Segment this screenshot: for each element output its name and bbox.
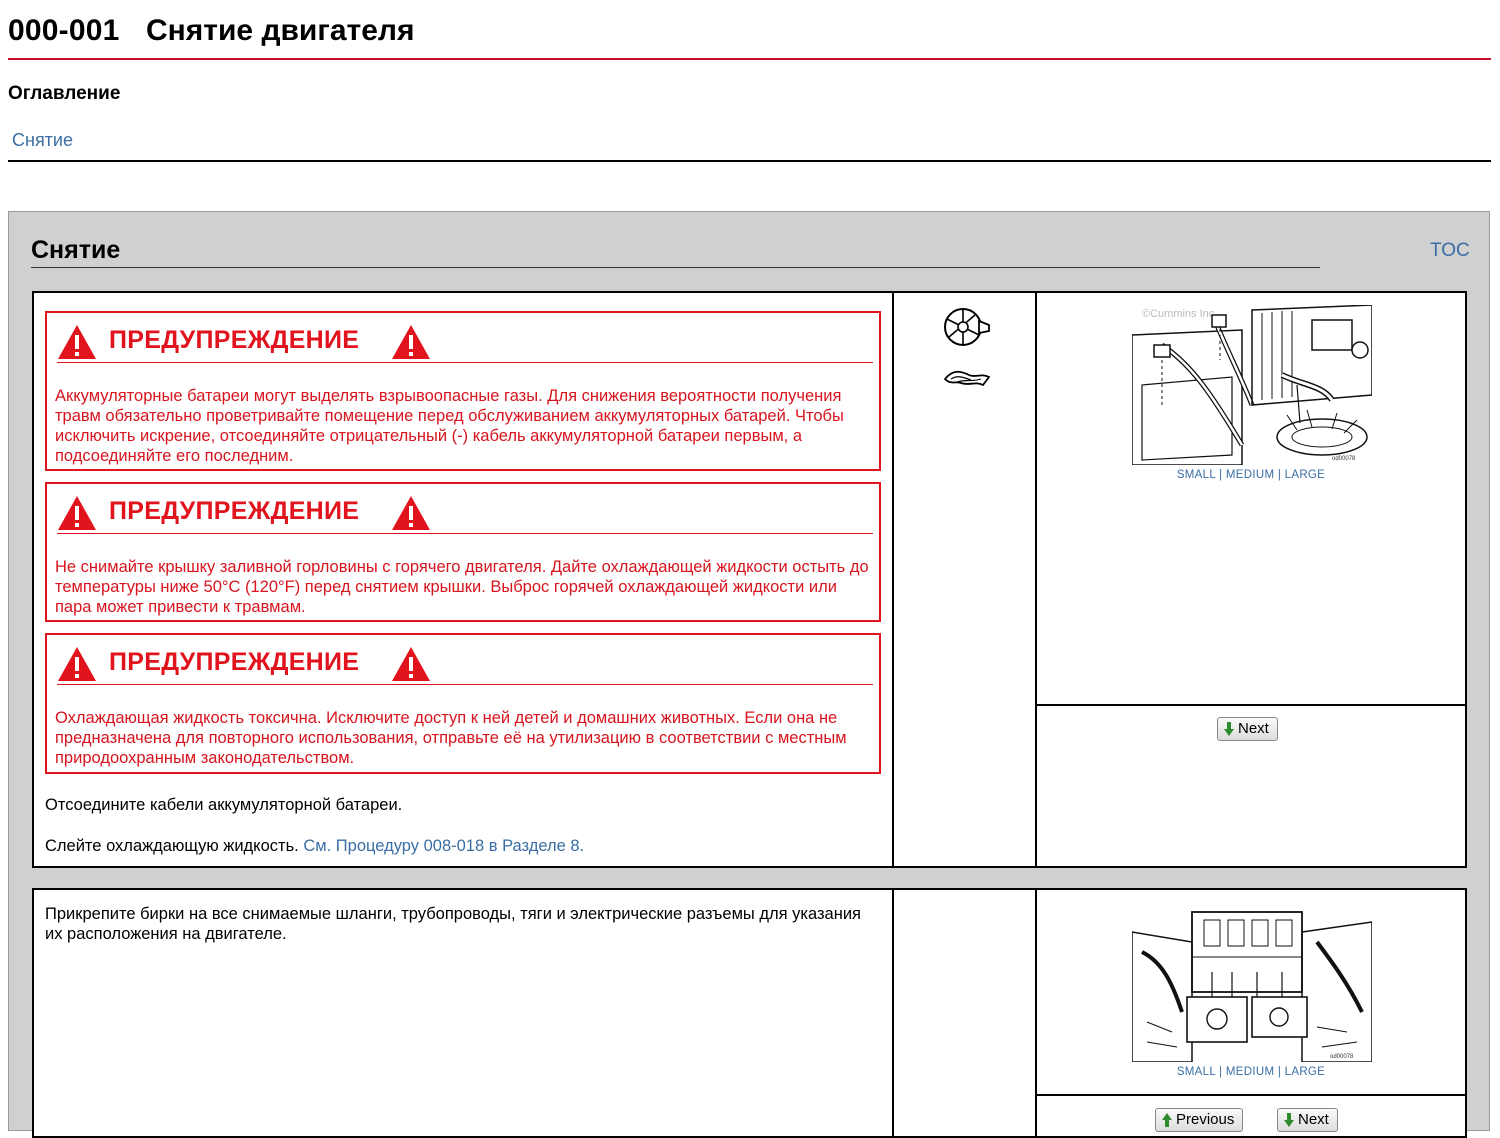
document-title: Снятие двигателя — [146, 14, 415, 47]
warning-text: Охлаждающая жидкость токсична. Исключите… — [55, 709, 847, 767]
warning-triangle-icon — [392, 325, 430, 359]
section-title: Снятие — [31, 236, 121, 264]
figure-divider — [1037, 1094, 1465, 1096]
warning-triangle-icon — [58, 647, 96, 681]
warning-header: ПРЕДУПРЕЖДЕНИЕ — [57, 322, 873, 363]
warning-header: ПРЕДУПРЕЖДЕНИЕ — [57, 644, 873, 685]
engine-coolant-drain-illustration[interactable]: ©Cummins Inc. od00078 — [1132, 305, 1372, 465]
previous-button[interactable]: Previous — [1155, 1108, 1244, 1132]
toc-heading: Оглавление — [8, 83, 121, 104]
size-link-medium[interactable]: MEDIUM — [1226, 469, 1274, 481]
size-link-medium[interactable]: MEDIUM — [1226, 1066, 1274, 1078]
wrench-socket-icon — [944, 308, 990, 346]
document-header: 000-001 Снятие двигателя — [8, 14, 1491, 60]
document-number: 000-001 — [8, 14, 120, 47]
tools-column — [894, 890, 1037, 1136]
figure-column: ©Cummins Inc. od00078 SMALL | MEDIUM | L… — [1037, 293, 1465, 866]
figure-divider — [1037, 704, 1465, 706]
warning-triangle-icon — [58, 325, 96, 359]
instruction-text: Прикрепите бирки на все снимаемые шланги… — [45, 905, 861, 943]
warning-title: ПРЕДУПРЕЖДЕНИЕ — [109, 326, 360, 354]
figure-watermark: ©Cummins Inc. — [1142, 308, 1217, 320]
section-underline — [31, 267, 1320, 268]
next-button[interactable]: Next — [1277, 1108, 1338, 1132]
arrow-down-icon — [1224, 722, 1234, 737]
toc-link-removal[interactable]: Снятие — [12, 130, 73, 151]
warning-text: Аккумуляторные батареи могут выделять вз… — [55, 387, 844, 465]
instruction-text: Слейте охлаждающую жидкость. См. Процеду… — [45, 836, 584, 856]
instruction-text: Отсоедините кабели аккумуляторной батаре… — [45, 796, 403, 814]
svg-text:od00078: od00078 — [1330, 1054, 1354, 1060]
previous-button-label: Previous — [1176, 1111, 1235, 1128]
size-link-small[interactable]: SMALL — [1177, 469, 1216, 481]
instruction-label: Слейте охлаждающую жидкость. — [45, 837, 299, 855]
warning-header: ПРЕДУПРЕЖДЕНИЕ — [57, 493, 873, 534]
next-button[interactable]: Next — [1217, 717, 1278, 741]
arrow-up-icon — [1162, 1113, 1172, 1128]
size-link-large[interactable]: LARGE — [1285, 469, 1326, 481]
size-link-small[interactable]: SMALL — [1177, 1066, 1216, 1078]
procedure-step: ПРЕДУПРЕЖДЕНИЕ Аккумуляторные батареи мо… — [32, 291, 1467, 868]
warning-box: ПРЕДУПРЕЖДЕНИЕ Не снимайте крышку заливн… — [45, 482, 881, 622]
step-text-column: Прикрепите бирки на все снимаемые шланги… — [34, 890, 894, 1136]
next-button-label: Next — [1298, 1111, 1329, 1128]
tools-column — [894, 293, 1037, 866]
step-text-column: ПРЕДУПРЕЖДЕНИЕ Аккумуляторные батареи мо… — [34, 293, 894, 866]
warning-box: ПРЕДУПРЕЖДЕНИЕ Аккумуляторные батареи мо… — [45, 311, 881, 471]
svg-text:od00078: od00078 — [1332, 456, 1356, 462]
warning-title: ПРЕДУПРЕЖДЕНИЕ — [109, 648, 360, 676]
arrow-down-icon — [1284, 1113, 1294, 1128]
warning-text: Не снимайте крышку заливной горловины с … — [55, 558, 869, 616]
procedure-step: Прикрепите бирки на все снимаемые шланги… — [32, 888, 1467, 1138]
fuel-pump-illustration[interactable]: od00078 — [1132, 902, 1372, 1062]
figure-size-links: SMALL | MEDIUM | LARGE — [1176, 469, 1326, 481]
warning-triangle-icon — [58, 496, 96, 530]
next-button-label: Next — [1238, 720, 1269, 737]
figure-column: od00078 SMALL | MEDIUM | LARGE Previous … — [1037, 890, 1465, 1136]
warning-triangle-icon — [392, 647, 430, 681]
figure-size-links: SMALL | MEDIUM | LARGE — [1176, 1066, 1326, 1078]
procedure-reference-link[interactable]: См. Процедуру 008-018 в Разделе 8. — [303, 837, 584, 855]
warning-title: ПРЕДУПРЕЖДЕНИЕ — [109, 497, 360, 525]
toc-back-link[interactable]: TOC — [1430, 240, 1470, 262]
warning-box: ПРЕДУПРЕЖДЕНИЕ Охлаждающая жидкость токс… — [45, 633, 881, 774]
size-link-large[interactable]: LARGE — [1285, 1066, 1326, 1078]
toc-divider — [8, 160, 1491, 162]
warning-triangle-icon — [392, 496, 430, 530]
wiping-cloth-icon — [943, 370, 991, 387]
